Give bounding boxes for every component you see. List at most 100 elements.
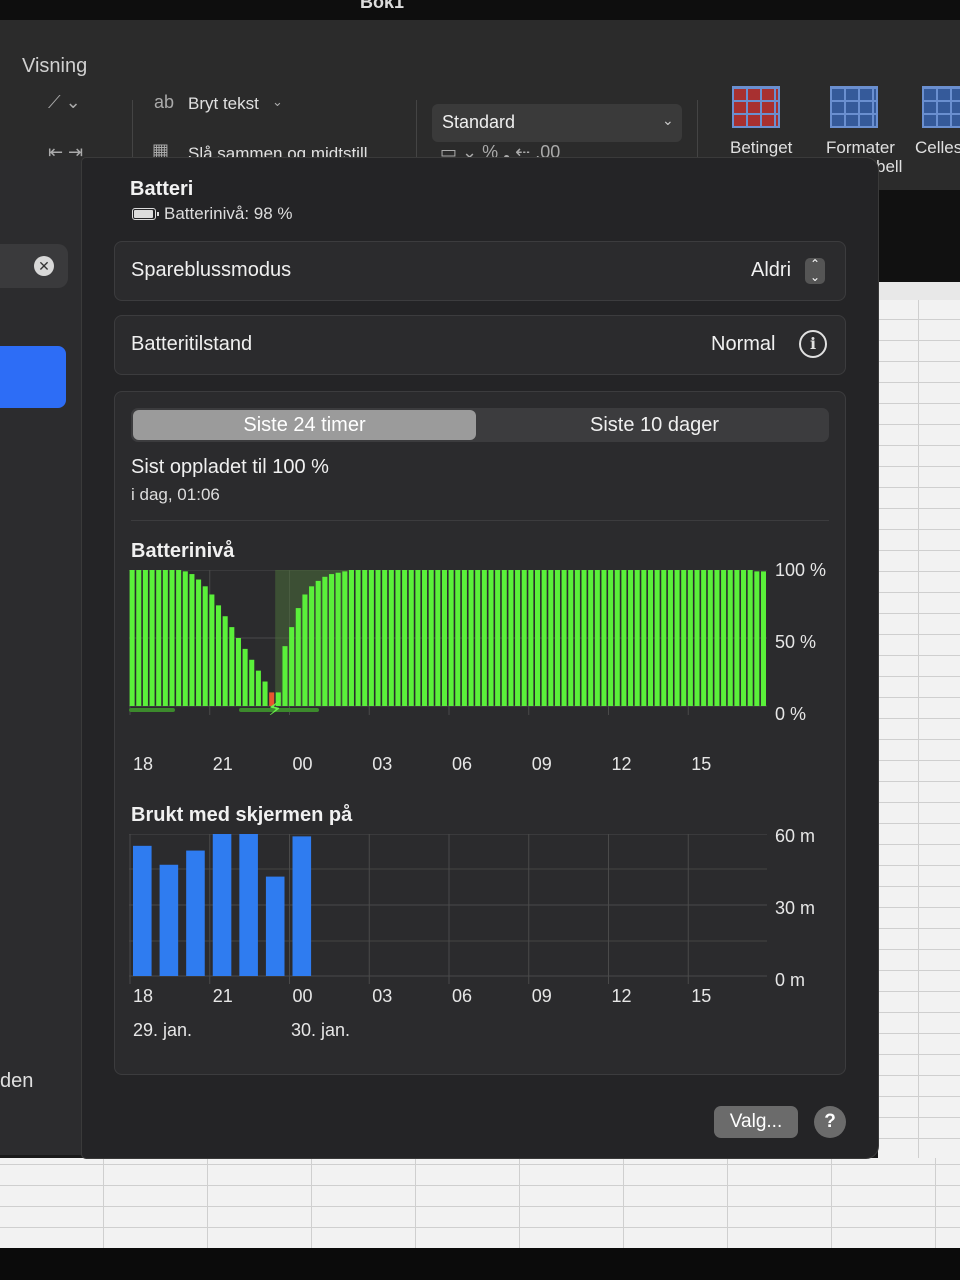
battery-level-bar [534,570,541,706]
battery-level-bar [222,616,228,706]
format-table-label-2[interactable]: bell [876,157,902,177]
cell-styles-label[interactable]: Celles [915,138,960,158]
battery-health-label: Batteritilstand [131,333,253,355]
up-down-stepper-icon[interactable]: ⌃ ⌄ [805,258,825,284]
battery-level-bar [621,570,627,706]
battery-level-bar [594,570,600,706]
x-tick-label: 00 [292,986,313,1006]
conditional-format-icon[interactable] [732,86,780,128]
tab-last-10-days[interactable]: Siste 10 dager [480,408,829,442]
battery-level-bar [760,571,766,706]
x-tick-label: 09 [531,986,552,1006]
battery-level-bar [368,570,374,706]
battery-level-bar [242,648,248,706]
wrap-text-button[interactable]: Bryt tekst [188,94,259,114]
spreadsheet-grid[interactable] [878,300,960,1180]
battery-level-bar [328,574,335,706]
battery-level-bar [375,570,381,706]
title-bar: Bok1 [0,0,960,20]
sidebar-item-label[interactable]: den [0,1070,33,1093]
orientation-icon[interactable]: ⟋ ⌄ [48,92,81,113]
help-button[interactable]: ? [814,1106,846,1138]
battery-level-bar [634,570,640,706]
battery-level-bar [455,570,461,706]
battery-level-bar [508,570,514,706]
battery-level-bar [747,570,753,706]
format-table-label[interactable]: Formater [826,138,895,158]
screen-on-bar [265,876,285,976]
battery-level-bar [674,570,680,706]
battery-level-bar [348,570,354,706]
cell-styles-icon[interactable] [922,86,960,128]
x-tick-label: 15 [691,754,712,774]
format-table-icon[interactable] [830,86,878,128]
sidebar-item-battery[interactable] [0,346,66,408]
x-tick-label: 00 [292,754,313,774]
battery-level-bar [754,571,760,706]
battery-level-bar [189,574,195,706]
battery-level-bar [169,570,175,706]
battery-level-bar [574,570,580,706]
battery-level-bar [162,570,168,706]
battery-level-bar [528,570,534,706]
battery-level-bar [628,570,634,706]
battery-level-bar [295,608,301,706]
spreadsheet-grid-bottom[interactable] [0,1158,960,1248]
x-tick-label: 03 [372,986,393,1006]
date-label: 30. jan. [291,1020,351,1040]
battery-level-bar [229,627,235,706]
x-tick-label: 12 [611,754,632,774]
battery-level-bar [548,570,554,706]
battery-level-bar [707,570,713,706]
battery-level-bar [422,570,428,706]
battery-level-bar [581,570,587,706]
low-power-row[interactable]: Spareblussmodus Aldri ⌃ ⌄ [114,241,846,301]
battery-level-bar [727,570,733,706]
battery-level-bar [614,570,620,706]
info-icon[interactable]: i [799,330,827,358]
x-tick-label: 18 [133,754,154,774]
y-tick-label: 30 m [775,898,816,918]
status-bar [0,1248,960,1280]
conditional-format-label[interactable]: Betinget [730,138,792,158]
battery-level-bar [714,570,720,706]
clear-search-icon[interactable]: ✕ [34,256,54,276]
x-tick-label: 03 [372,754,393,774]
x-tick-label: 09 [531,754,552,774]
last-charged-time: i dag, 01:06 [131,485,220,504]
battery-level-bar [608,570,614,706]
battery-level-text: Batterinivå: 98 % [164,204,293,223]
battery-level-bar [521,570,527,706]
low-power-label: Spareblussmodus [131,259,292,281]
number-format-select[interactable]: Standard ⌄ [432,104,682,142]
battery-panel: Batteri Batterinivå: 98 % Spareblussmodu… [82,158,878,1158]
battery-level-bar [402,570,408,706]
page-title: Batteri [130,178,194,200]
x-tick-label: 12 [611,986,632,1006]
options-button[interactable]: Valg... [714,1106,798,1138]
battery-health-row: Batteritilstand Normal i [114,315,846,375]
battery-level-bar [309,586,315,706]
tab-visning[interactable]: Visning [22,55,87,78]
time-range-segmented-control[interactable]: Siste 24 timer Siste 10 dager [131,408,829,442]
battery-level-bar [156,570,162,706]
x-tick-label: 15 [691,986,712,1006]
battery-level-bar [441,570,447,706]
battery-level-bar [149,570,155,706]
battery-level-bar [641,570,647,706]
screen-on-bar [159,864,179,976]
battery-level-bar [136,570,142,706]
screen-on-bar [133,845,152,976]
battery-level-bar [176,570,182,706]
battery-level-chart: ⚡ [129,570,767,715]
battery-level-bar [661,570,667,706]
battery-level-bar [289,627,295,706]
wrap-text-icon: ab [154,92,175,112]
low-power-value[interactable]: Aldri [751,259,791,282]
chevron-down-icon[interactable]: ⌄ [272,94,283,110]
x-tick-label: 21 [212,754,233,774]
tab-last-24-hours[interactable]: Siste 24 timer [133,410,476,440]
sheet-header [878,190,960,300]
battery-level-bar [215,605,222,706]
battery-level-bar [255,670,261,706]
